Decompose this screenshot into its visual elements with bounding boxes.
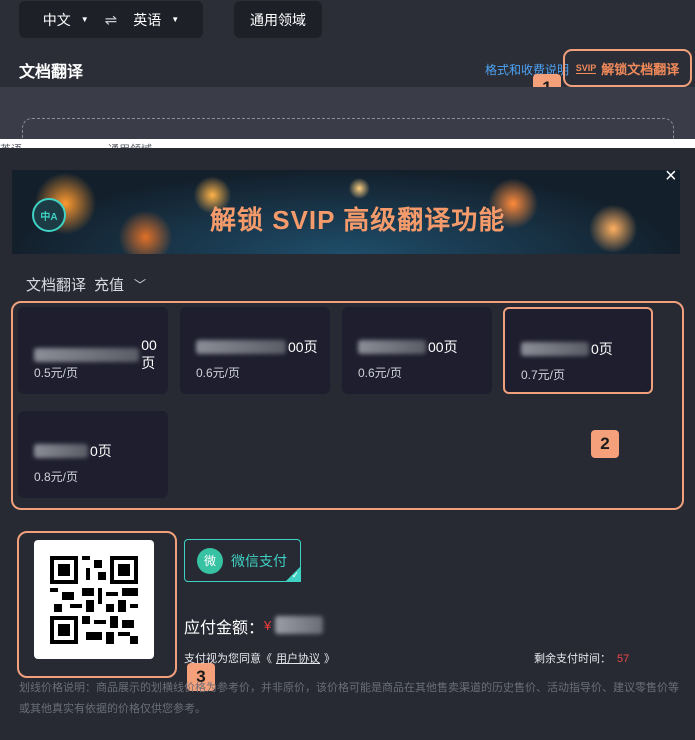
caret-down-icon: ▼ [80,15,89,24]
package-price: 0.6元/页 [358,366,403,380]
agreement-prefix: 支付视为您同意《 [184,653,272,665]
package-amount: 00页 [428,339,458,355]
product-label: 文档翻译 [26,277,87,294]
price-note: 划线价格说明：商品展示的划横线价格为参考价，并非原价，该价格可能是商品在其他售卖… [19,682,679,715]
language-selector[interactable]: 中文 ▼ ⇌ 英语 ▼ [19,1,203,38]
package-price: 0.5元/页 [34,366,79,380]
package-amount: 00页 [288,339,318,355]
chevron-down-icon: ﹀ [134,278,147,292]
annotation-badge-2: 2 [591,430,619,458]
blurred-amount [521,342,589,356]
agreement-suffix: 》 [324,653,335,665]
user-agreement-link[interactable]: 用户协议 [276,653,320,665]
payment-timer: 剩余支付时间： 57 [534,650,629,666]
blurred-amount [34,348,140,362]
wechat-pay-label: 微信支付 [231,552,287,569]
domain-button[interactable]: 通用领域 [234,1,322,38]
source-language[interactable]: 中文 [43,10,71,30]
amount-due-label: 应付金额： [184,620,265,637]
divider [0,139,695,148]
timer-value: 57 [617,653,630,665]
package-amount: 00页 [141,337,157,371]
package-amount: 0页 [90,443,112,459]
svip-modal: 中A 解锁 SVIP 高级翻译功能 × 文档翻译 充值 ﹀ 00页 0.5元/页… [0,148,695,740]
currency-symbol: ¥ [264,617,272,633]
package-option[interactable]: 00页 0.6元/页 [342,307,492,394]
package-amount: 0页 [591,341,613,357]
blurred-amount [196,340,286,354]
promo-banner: 中A 解锁 SVIP 高级翻译功能 [12,170,680,254]
blurred-amount [34,444,88,458]
check-icon: ✓ [291,570,299,580]
translate-logo-icon: 中A [32,198,66,232]
wechat-icon: 微 [197,547,223,574]
package-option-selected[interactable]: 0页 0.7元/页 [503,307,653,394]
payment-qr-code [34,540,154,659]
target-language[interactable]: 英语 [133,10,161,30]
unlock-doc-translate-button[interactable]: SVIP 解锁文档翻译 [563,49,692,87]
caret-down-icon: ▼ [171,15,180,24]
wechat-pay-button[interactable]: 微 微信支付 ✓ [184,539,301,582]
recharge-label: 充值 [94,277,125,294]
package-option[interactable]: 00页 0.5元/页 [18,307,168,394]
package-option[interactable]: 00页 0.6元/页 [180,307,330,394]
package-price: 0.6元/页 [196,366,241,380]
svip-icon: SVIP [575,62,597,74]
top-toolbar: 中文 ▼ ⇌ 英语 ▼ 通用领域 文档翻译 格式和收费说明 SVIP 解锁文档翻… [0,0,695,160]
swap-icon[interactable]: ⇌ [105,11,118,29]
timer-label: 剩余支付时间： [534,653,611,665]
package-price: 0.8元/页 [34,470,79,484]
package-option[interactable]: 0页 0.8元/页 [18,411,168,498]
package-price: 0.7元/页 [521,368,566,382]
qr-code-icon [50,556,138,644]
blurred-amount [358,340,426,354]
banner-title: 解锁 SVIP 高级翻译功能 [210,205,506,235]
agreement-text: 支付视为您同意《 用户协议》 [184,650,335,666]
amount-due-value: ¥ [264,616,324,634]
unlock-label: 解锁文档翻译 [601,61,680,77]
blurred-amount [275,616,324,634]
close-icon[interactable]: × [665,166,677,186]
doc-translate-title: 文档翻译 [19,64,84,81]
product-selector[interactable]: 文档翻译 充值 ﹀ [26,274,146,295]
